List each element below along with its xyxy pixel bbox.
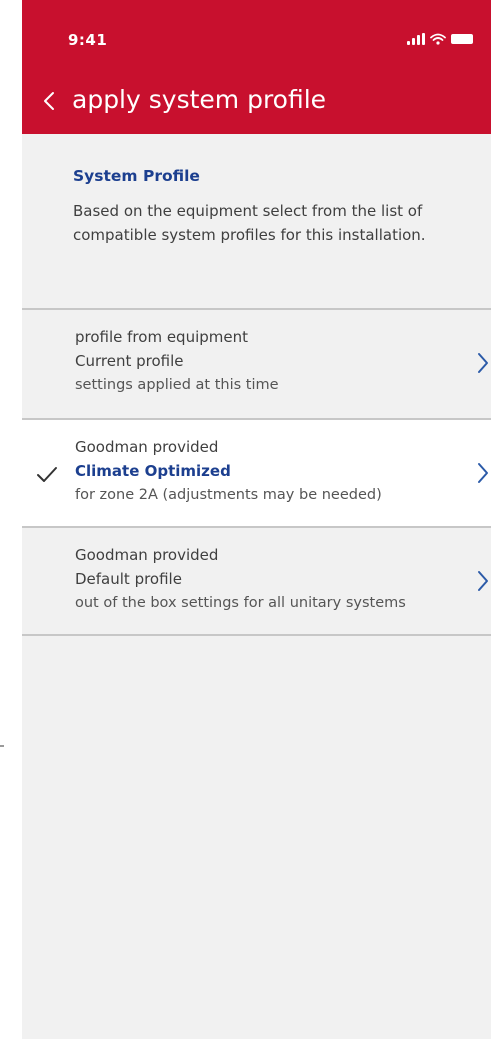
- profile-source: Goodman provided: [75, 438, 219, 456]
- nav-bar: apply system profile: [22, 78, 491, 124]
- chevron-right-icon: [478, 463, 488, 483]
- checkmark-icon: [37, 467, 57, 482]
- chevron-left-icon: [44, 92, 54, 110]
- profile-item-current[interactable]: profile from equipment Current profile s…: [22, 310, 491, 418]
- profile-note: out of the box settings for all unitary …: [75, 595, 406, 611]
- list-bottom-divider: [22, 634, 491, 636]
- edge-mark: [0, 745, 4, 747]
- section-title: System Profile: [73, 167, 200, 185]
- back-button[interactable]: [36, 84, 62, 118]
- app-header: 9:41 apply system profile: [22, 0, 491, 134]
- battery-icon: [451, 34, 473, 44]
- profile-name: Default profile: [75, 570, 182, 588]
- status-bar: 9:41: [22, 0, 491, 60]
- wifi-icon: [430, 33, 446, 45]
- profile-source: profile from equipment: [75, 328, 248, 346]
- status-time: 9:41: [68, 31, 108, 49]
- section-description: Based on the equipment select from the l…: [73, 202, 426, 244]
- profile-note: for zone 2A (adjustments may be needed): [75, 487, 382, 503]
- profile-item-default[interactable]: Goodman provided Default profile out of …: [22, 526, 491, 634]
- chevron-right-icon: [478, 571, 488, 591]
- profile-source: Goodman provided: [75, 546, 219, 564]
- app-screen: 9:41 apply system profile System Profile…: [22, 0, 491, 1039]
- status-icons: [407, 33, 473, 45]
- profile-name: Climate Optimized: [75, 462, 231, 480]
- profile-note: settings applied at this time: [75, 377, 279, 393]
- profile-item-climate-optimized[interactable]: Goodman provided Climate Optimized for z…: [22, 418, 491, 526]
- page-title: apply system profile: [72, 85, 327, 114]
- chevron-right-icon: [478, 353, 488, 373]
- profile-name: Current profile: [75, 352, 184, 370]
- profile-intro: System Profile Based on the equipment se…: [22, 134, 491, 310]
- profile-list: profile from equipment Current profile s…: [22, 310, 491, 636]
- cellular-signal-icon: [407, 33, 425, 45]
